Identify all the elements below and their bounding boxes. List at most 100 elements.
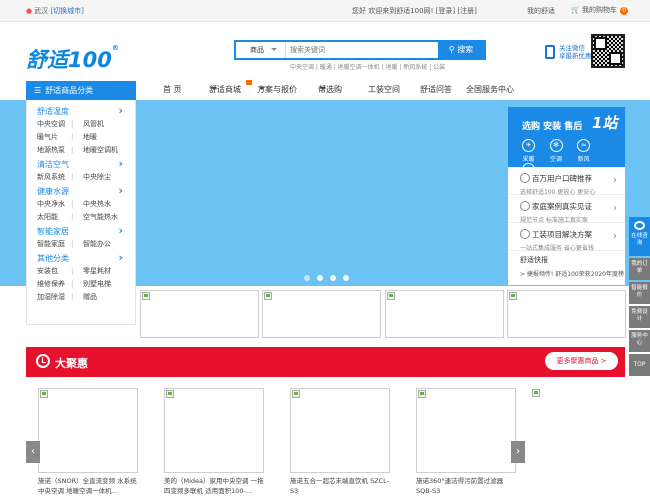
product-card[interactable]: 施诺360°速洁得污前置过滤器 SQB-S3: [404, 388, 516, 500]
search-button[interactable]: ⚲ 搜索: [438, 42, 484, 58]
service-center-button[interactable]: 服务中心: [629, 330, 650, 352]
my-orders-button[interactable]: 我的订单: [629, 258, 650, 280]
category-separator: |: [71, 173, 74, 181]
category-link[interactable]: 中央除尘: [83, 173, 111, 181]
my-account-link[interactable]: 我的舒适: [527, 6, 555, 16]
product-card[interactable]: 施诺五合一超芯末端直饮机 SZCL-S3: [278, 388, 390, 500]
category-link[interactable]: 零星耗材: [83, 267, 111, 275]
carousel-next-arrow[interactable]: ›: [511, 441, 525, 463]
category-link[interactable]: 中央空调: [37, 118, 71, 131]
online-consult-button[interactable]: 在线咨询: [629, 217, 650, 256]
banner-dot[interactable]: [304, 275, 310, 281]
promo-image[interactable]: [140, 290, 259, 338]
banner-dot[interactable]: [343, 275, 349, 281]
product-image[interactable]: [164, 388, 264, 473]
panel-item-projects[interactable]: 工装项目解决方案 一站式集成服务 省心更省钱: [508, 223, 625, 252]
smart-quote-button[interactable]: 智能报价: [629, 282, 650, 304]
category-link[interactable]: 赠品: [83, 293, 97, 301]
hot-keywords[interactable]: 中央空调 | 暖通 | 地暖空调一体机 | 地暖 | 新风系统 | 公装: [290, 62, 445, 71]
nav-projects[interactable]: 工装空间: [368, 84, 400, 95]
product-name[interactable]: 美的（Midea）家用中央空调 一拖四变频多联机 适用面积100-…: [164, 476, 266, 498]
product-image[interactable]: [290, 388, 390, 473]
category-link[interactable]: 地暖空调机: [83, 146, 118, 154]
register-link[interactable]: [注册]: [457, 7, 476, 15]
welcome-text: 您好 欢迎来到舒适100网!: [352, 7, 434, 15]
login-link[interactable]: [登录]: [436, 7, 455, 15]
search-input[interactable]: [288, 42, 438, 58]
category-link[interactable]: 别墅电梯: [83, 280, 111, 288]
product-name[interactable]: 施诺（SNOR）全直流变频 水系统中央空调 地暖空调一体机…: [38, 476, 140, 498]
category-link[interactable]: 安装包: [37, 265, 71, 278]
category-link[interactable]: 中央净水: [37, 198, 71, 211]
category-menu-button[interactable]: ☰ 舒适商品分类: [26, 81, 136, 100]
category-group: 健康水源中央净水| 中央热水太阳能| 空气能热水: [37, 184, 135, 224]
online-consult-label: 在线咨询: [631, 233, 648, 246]
product-name[interactable]: 施诺五合一超芯末端直饮机 SZCL-S3: [290, 476, 392, 498]
category-link[interactable]: 空气能热水: [83, 213, 118, 221]
site-logo[interactable]: 舒适100®: [26, 44, 119, 74]
category-group-title[interactable]: 舒适温度: [37, 104, 135, 118]
wind-icon: ≈: [577, 139, 591, 152]
product-image[interactable]: [416, 388, 516, 473]
category-link[interactable]: 加湿除湿: [37, 291, 71, 304]
category-link[interactable]: 风管机: [83, 120, 104, 128]
cart-link[interactable]: 🛒 我的购物车 0: [571, 5, 629, 15]
product-card[interactable]: 美的（Midea）家用中央空调 一拖四变频多联机 适用面积100-…: [152, 388, 264, 500]
category-group: 其他分类安装包|零星耗材维修保养|别墅电梯加湿除湿|赠品: [37, 251, 135, 304]
category-separator: |: [71, 133, 74, 141]
category-link[interactable]: 地暖: [83, 133, 97, 141]
promo-image[interactable]: [507, 290, 626, 338]
free-design-button[interactable]: 免费设计: [629, 306, 650, 328]
nav-service-center[interactable]: 全国服务中心: [466, 84, 514, 95]
product-image[interactable]: [531, 388, 551, 473]
heating-service[interactable]: ☀ 采暖: [516, 139, 541, 163]
broken-image-icon: [292, 390, 300, 398]
category-row: 暖气片 | 地暖: [37, 131, 135, 144]
category-link[interactable]: 智能办公: [83, 240, 111, 248]
nav-qa[interactable]: 舒适问答: [420, 84, 452, 95]
phone-icon: [545, 45, 555, 59]
switch-city-link[interactable]: [切换城市]: [50, 7, 83, 15]
panel-item-title: 百万用户口碑推荐: [520, 173, 625, 184]
category-separator: |: [71, 280, 74, 288]
search-icon: ⚲: [448, 45, 455, 54]
carousel-prev-arrow[interactable]: ‹: [26, 441, 40, 463]
heating-label: 采暖: [522, 156, 535, 163]
follow-wechat[interactable]: 关注微信 享最新优惠: [545, 44, 592, 60]
panel-item-cases[interactable]: 家庭案例真实见证 规范节点 标准施工真实案: [508, 195, 625, 224]
category-group-title[interactable]: 健康水源: [37, 184, 135, 198]
nav-home[interactable]: 首 页: [163, 84, 182, 95]
category-separator: |: [71, 293, 74, 301]
promo-image[interactable]: [385, 290, 504, 338]
broken-image-icon: [509, 292, 517, 300]
product-name[interactable]: 施诺360°速洁得污前置过滤器 SQB-S3: [416, 476, 518, 498]
floating-toolbar: 在线咨询 我的订单 智能报价 免费设计 服务中心 TOP: [629, 217, 650, 378]
category-group-title[interactable]: 其他分类: [37, 251, 135, 265]
nav-buying-help-label: 帮选购: [318, 85, 342, 94]
nav-buying-help[interactable]: 帮选购: [318, 84, 342, 94]
banner-dot[interactable]: [330, 275, 336, 281]
category-link[interactable]: 维修保养: [37, 278, 71, 291]
product-card[interactable]: 施诺（SNOR）全直流变频 水系统中央空调 地暖空调一体机…: [26, 388, 138, 500]
promo-image[interactable]: [262, 290, 381, 338]
category-group-title[interactable]: 清洁空气: [37, 157, 135, 171]
product-image[interactable]: [38, 388, 138, 473]
category-link[interactable]: 太阳能: [37, 211, 71, 224]
nav-mall-label: 舒适商城: [209, 85, 241, 94]
panel-item-reviews[interactable]: 百万用户口碑推荐 选择舒适100 更放心 更安心: [508, 167, 625, 196]
nav-solutions[interactable]: 方案与报价: [257, 84, 297, 94]
more-sale-products-button[interactable]: 更多聚惠商品 >: [545, 352, 618, 370]
ac-service[interactable]: ✻ 空调: [544, 139, 569, 163]
category-link[interactable]: 智能家庭: [37, 238, 71, 251]
category-group-title[interactable]: 智能家居: [37, 224, 135, 238]
news-item[interactable]: > 捷报频传! 舒适100荣获2020年度榜: [520, 269, 625, 278]
search-category-select[interactable]: 商品: [236, 42, 286, 58]
nav-mall[interactable]: 舒适商城: [209, 84, 241, 94]
category-link[interactable]: 新风系统: [37, 171, 71, 184]
back-to-top-button[interactable]: TOP: [629, 354, 650, 376]
category-link[interactable]: 地源热泵: [37, 144, 71, 157]
category-link[interactable]: 中央热水: [83, 200, 111, 208]
category-link[interactable]: 暖气片: [37, 131, 71, 144]
fresh-air-service[interactable]: ≈ 新风: [571, 139, 596, 163]
banner-dot[interactable]: [317, 275, 323, 281]
